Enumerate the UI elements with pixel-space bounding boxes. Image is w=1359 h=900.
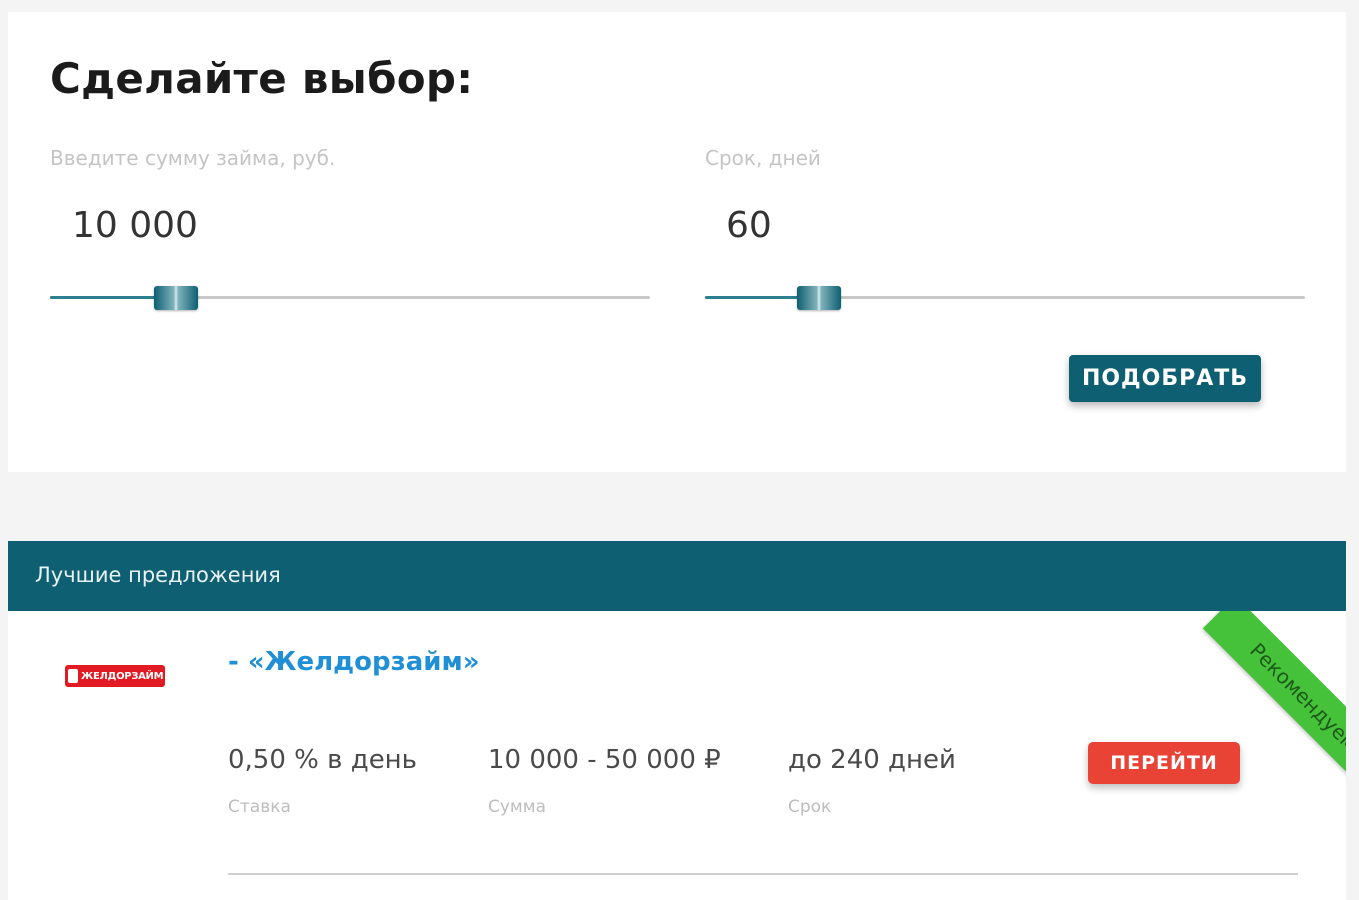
- term-label: Срок, дней: [705, 146, 821, 170]
- lender-logo-mark-icon: [68, 669, 78, 683]
- offer-rate-caption: Ставка: [228, 797, 291, 817]
- term-slider[interactable]: [705, 282, 1305, 314]
- offer-term-caption: Срок: [788, 797, 832, 817]
- lender-logo[interactable]: ЖЕЛДОРЗАЙМ: [65, 665, 165, 687]
- amount-slider-handle[interactable]: [154, 286, 198, 310]
- term-slider-handle[interactable]: [797, 286, 841, 310]
- pick-button[interactable]: ПОДОБРАТЬ: [1069, 355, 1261, 402]
- term-value[interactable]: 60: [726, 205, 772, 246]
- offer-amount-value: 10 000 - 50 000 ₽: [488, 745, 721, 775]
- offer-rate-value: 0,50 % в день: [228, 745, 418, 775]
- offer-name-link[interactable]: - «Желдорзайм»: [228, 647, 480, 677]
- offers-header: Лучшие предложения: [8, 541, 1346, 611]
- offer-term-value: до 240 дней: [788, 745, 956, 775]
- amount-value[interactable]: 10 000: [72, 205, 198, 246]
- panel-title: Сделайте выбор:: [50, 54, 474, 103]
- offer-card: ЖЕЛДОРЗАЙМ - «Желдорзайм» 0,50 % в день …: [8, 611, 1346, 900]
- go-to-offer-button[interactable]: ПЕРЕЙТИ: [1088, 742, 1240, 784]
- amount-label: Введите сумму займа, руб.: [50, 146, 336, 170]
- loan-filter-panel: Сделайте выбор: Введите сумму займа, руб…: [8, 12, 1346, 472]
- offer-amount-caption: Сумма: [488, 797, 546, 817]
- amount-slider[interactable]: [50, 282, 650, 314]
- offers-header-title: Лучшие предложения: [35, 563, 281, 587]
- lender-logo-text: ЖЕЛДОРЗАЙМ: [81, 670, 164, 682]
- offer-divider: [228, 873, 1298, 875]
